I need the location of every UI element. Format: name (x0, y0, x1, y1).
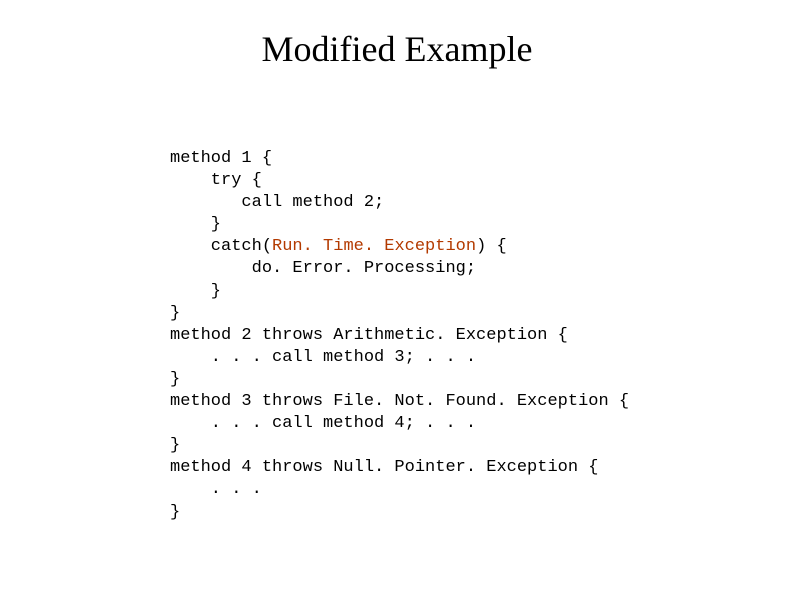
code-line-16: . . . (170, 480, 262, 499)
code-line-5a: catch( (170, 237, 272, 256)
code-line-13: . . . call method 4; . . . (170, 414, 476, 433)
code-line-7: } (170, 282, 221, 301)
code-line-8: } (170, 304, 180, 323)
code-line-5c: ) { (476, 237, 507, 256)
code-line-6: do. Error. Processing; (170, 259, 476, 278)
code-line-17: } (170, 503, 180, 522)
code-line-4: } (170, 215, 221, 234)
slide-title: Modified Example (0, 0, 794, 70)
code-line-2: try { (170, 171, 262, 190)
code-line-15: method 4 throws Null. Pointer. Exception… (170, 458, 598, 477)
code-line-10: . . . call method 3; . . . (170, 348, 476, 367)
code-line-9: method 2 throws Arithmetic. Exception { (170, 326, 568, 345)
code-highlight-exception: Run. Time. Exception (272, 237, 476, 256)
code-line-1: method 1 { (170, 149, 272, 168)
code-block: method 1 { try { call method 2; } catch(… (170, 148, 629, 524)
code-line-11: } (170, 370, 180, 389)
code-line-14: } (170, 436, 180, 455)
code-line-12: method 3 throws File. Not. Found. Except… (170, 392, 629, 411)
code-line-3: call method 2; (170, 193, 384, 212)
